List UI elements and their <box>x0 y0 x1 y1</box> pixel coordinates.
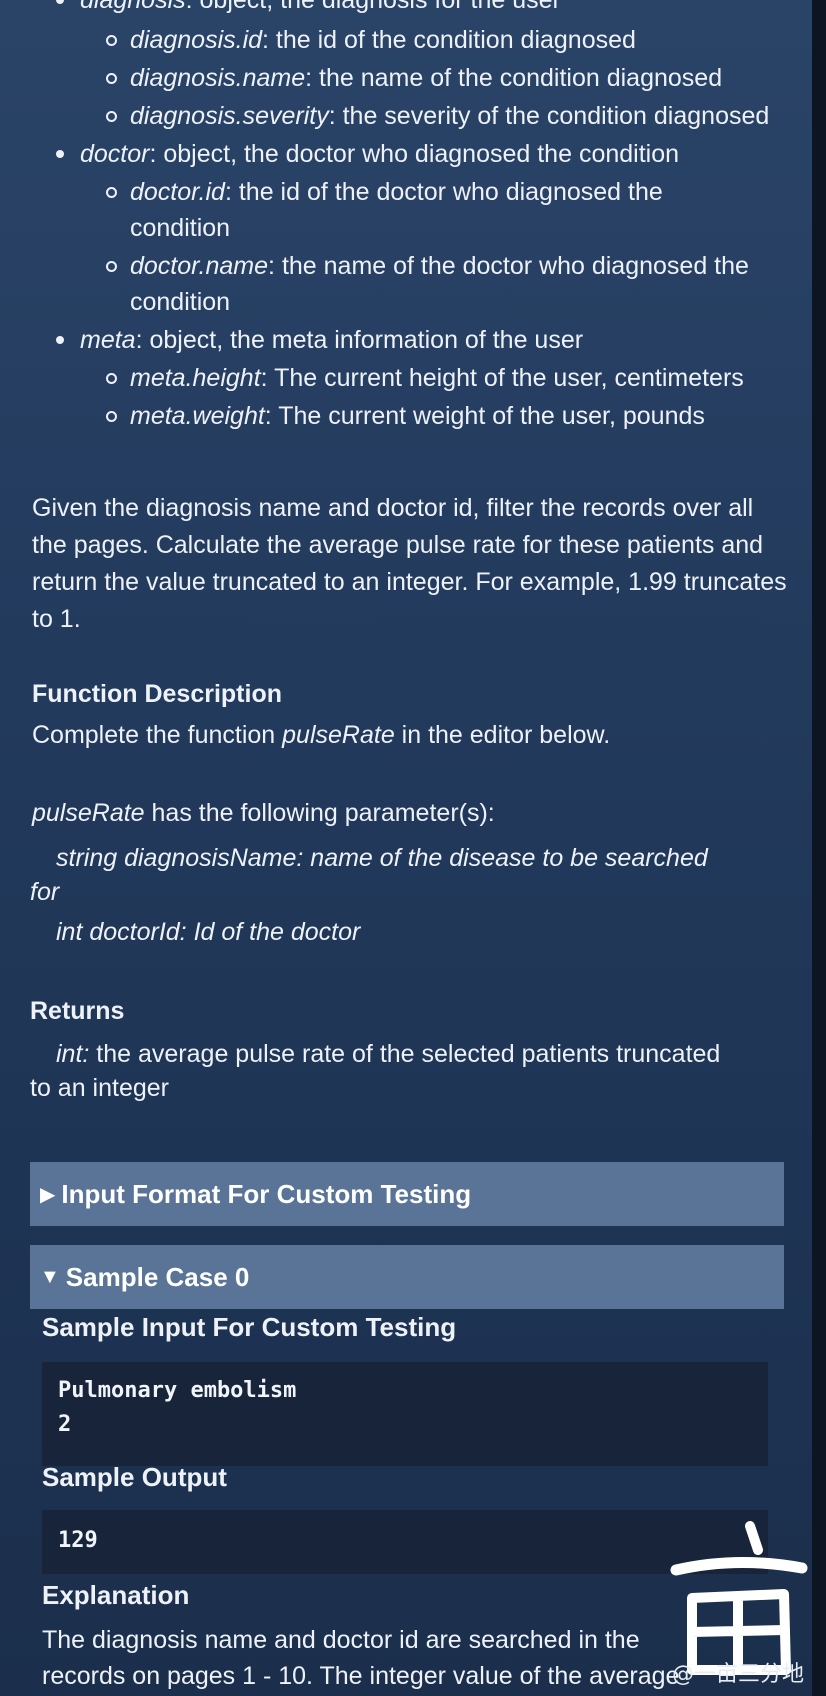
field-doctor-name: doctor.name: the name of the doctor who … <box>104 248 764 320</box>
field-diagnosis-severity: diagnosis.severity: the severity of the … <box>104 98 796 134</box>
sample-input-line-2: 2 <box>58 1412 72 1437</box>
function-description-text: Complete the function pulseRate in the e… <box>32 721 611 749</box>
field-meta: meta: object, the meta information of th… <box>56 322 796 434</box>
sample-case-toggle-label: Sample Case 0 <box>65 1261 250 1292</box>
diagnosis-subfields: diagnosis.id: the id of the condition di… <box>104 22 796 134</box>
input-format-toggle-label: Input Format For Custom Testing <box>61 1178 472 1209</box>
meta-subfields: meta.height: The current height of the u… <box>104 360 796 434</box>
field-doctor-id: doctor.id: the id of the doctor who diag… <box>104 174 764 246</box>
field-diagnosis-name: diagnosis.name: the name of the conditio… <box>104 60 796 96</box>
caret-right-icon: ▶ <box>40 1183 56 1206</box>
field-diagnosis: diagnosis: object, the diagnosis for the… <box>56 0 796 134</box>
input-format-toggle[interactable]: ▶ Input Format For Custom Testing <box>30 1162 784 1226</box>
returns-heading: Returns <box>30 997 125 1025</box>
field-meta-height: meta.height: The current height of the u… <box>104 360 796 396</box>
returns-text: int: the average pulse rate of the selec… <box>56 1040 721 1068</box>
field-diagnosis-id: diagnosis.id: the id of the condition di… <box>104 22 796 58</box>
sample-output-box: 129 <box>42 1510 768 1574</box>
task-description: Given the diagnosis name and doctor id, … <box>32 494 787 633</box>
explanation-heading: Explanation <box>42 1580 190 1610</box>
returns-text-wrap: to an integer <box>30 1074 169 1102</box>
caret-down-icon: ▼ <box>40 1265 60 1288</box>
sample-output-value: 129 <box>58 1528 98 1553</box>
sample-output-heading: Sample Output <box>42 1462 227 1492</box>
field-meta-weight: meta.weight: The current weight of the u… <box>104 398 796 434</box>
sample-input-heading: Sample Input For Custom Testing <box>42 1312 457 1342</box>
parameters-intro: pulseRate has the following parameter(s)… <box>32 799 495 827</box>
watermark-text: @一亩三分地 <box>671 1662 804 1687</box>
sample-input-line-1: Pulmonary embolism <box>58 1378 297 1403</box>
param-doctor-id: int doctorId: Id of the doctor <box>56 918 361 946</box>
param-diagnosis-name-wrap: for <box>30 878 60 906</box>
param-diagnosis-name: string diagnosisName: name of the diseas… <box>56 844 708 872</box>
field-list: diagnosis: object, the diagnosis for the… <box>56 0 796 434</box>
field-doctor: doctor: object, the doctor who diagnosed… <box>56 136 796 320</box>
sample-input-box: Pulmonary embolism 2 <box>42 1362 768 1466</box>
sample-case-toggle[interactable]: ▼ Sample Case 0 <box>30 1245 784 1309</box>
function-description-heading: Function Description <box>32 680 282 708</box>
doctor-subfields: doctor.id: the id of the doctor who diag… <box>104 174 764 320</box>
screen-bezel <box>812 0 826 1696</box>
